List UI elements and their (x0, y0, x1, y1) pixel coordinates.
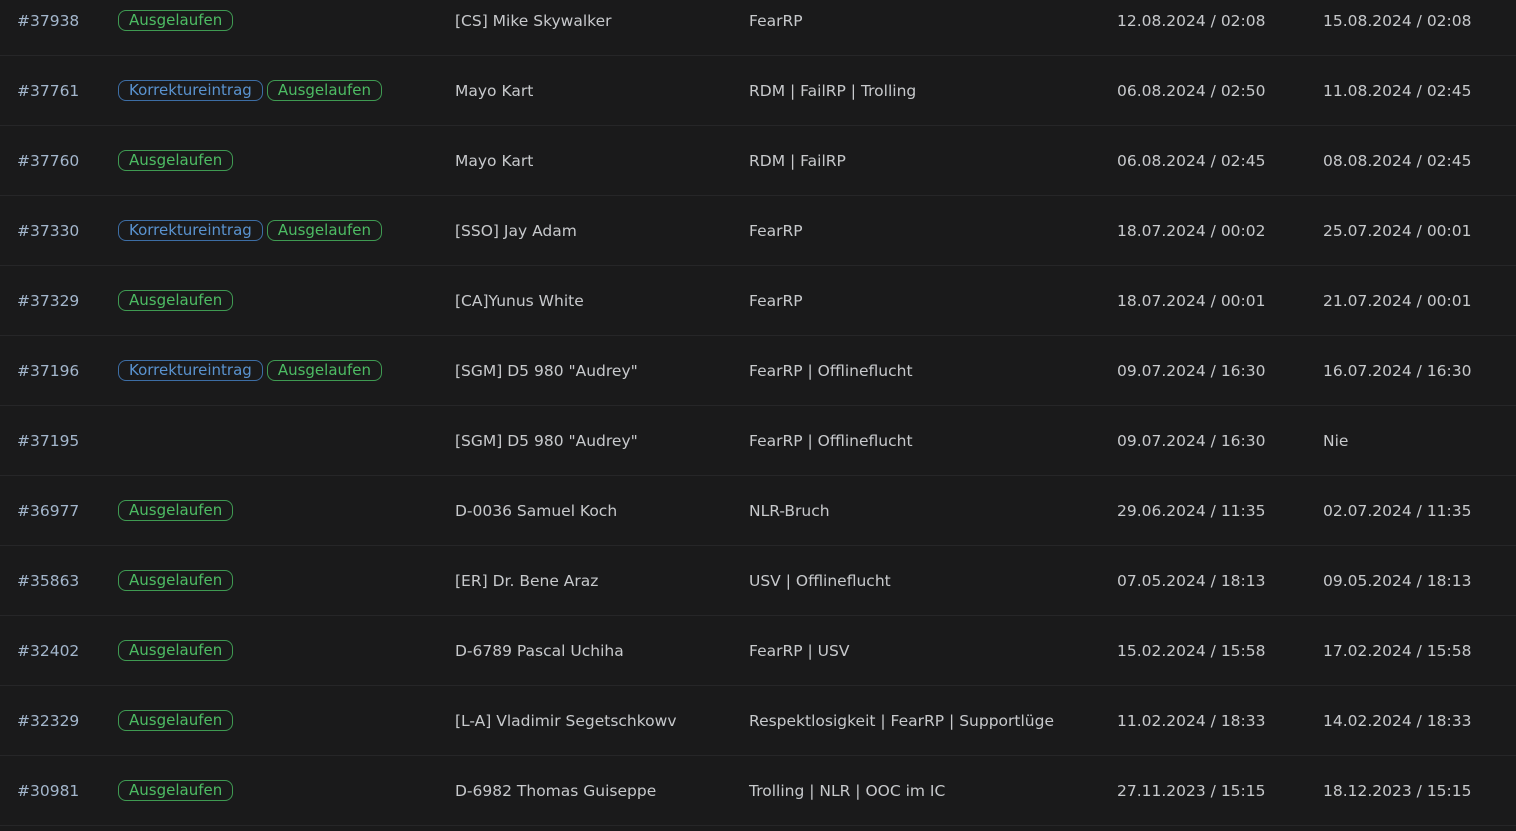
entry-id-link[interactable]: #37195 (17, 406, 79, 475)
expired-badge: Ausgelaufen (266, 360, 383, 381)
sanction-reason: FearRP (749, 11, 803, 30)
end-date: 18.12.2023 / 15:15 (1323, 781, 1472, 800)
entry-id-link[interactable]: #32402 (17, 616, 79, 685)
sanction-reason: RDM | FailRP | Trolling (749, 81, 917, 100)
player-name: [CA]Yunus White (455, 291, 584, 310)
entry-id-link[interactable]: #36977 (17, 476, 79, 545)
status-badges: Ausgelaufen (118, 476, 234, 545)
expired-badge: Ausgelaufen (266, 220, 383, 241)
start-date: 29.06.2024 / 11:35 (1117, 501, 1266, 520)
status-badges: Korrektureintrag Ausgelaufen (118, 56, 383, 125)
status-badges: Ausgelaufen (118, 616, 234, 685)
player-name: [SGM] D5 980 "Audrey" (455, 431, 638, 450)
expired-badge: Ausgelaufen (118, 290, 234, 311)
correction-badge: Korrektureintrag (118, 220, 263, 241)
start-date: 18.07.2024 / 00:02 (1117, 221, 1266, 240)
start-date: 11.02.2024 / 18:33 (1117, 711, 1266, 730)
start-date: 15.02.2024 / 15:58 (1117, 641, 1266, 660)
entry-id-link[interactable]: #37196 (17, 336, 79, 405)
end-date: 17.02.2024 / 15:58 (1323, 641, 1472, 660)
table-row[interactable]: #30981 Ausgelaufen D-6982 Thomas Guiseppe T… (0, 756, 1516, 826)
end-date: 21.07.2024 / 00:01 (1323, 291, 1472, 310)
end-date: 02.07.2024 / 11:35 (1323, 501, 1472, 520)
entry-id-link[interactable]: #37760 (17, 126, 79, 195)
correction-badge: Korrektureintrag (118, 360, 263, 381)
sanction-reason: FearRP | Offlineflucht (749, 361, 913, 380)
player-name: Mayo Kart (455, 151, 534, 170)
start-date: 09.07.2024 / 16:30 (1117, 361, 1266, 380)
expired-badge: Ausgelaufen (118, 570, 234, 591)
sanctions-table: #37938 Ausgelaufen [CS] Mike Skywalker Fear… (0, 0, 1516, 826)
player-name: D-6789 Pascal Uchiha (455, 641, 624, 660)
sanction-reason: FearRP (749, 221, 803, 240)
expired-badge: Ausgelaufen (118, 640, 234, 661)
status-badges: Ausgelaufen (118, 756, 234, 825)
end-date: 16.07.2024 / 16:30 (1323, 361, 1472, 380)
table-row[interactable]: #37196 Korrektureintrag Ausgelaufen [SGM] D… (0, 336, 1516, 406)
player-name: [SSO] Jay Adam (455, 221, 577, 240)
player-name: D-0036 Samuel Koch (455, 501, 618, 520)
table-row[interactable]: #32329 Ausgelaufen [L-A] Vladimir Segetsch… (0, 686, 1516, 756)
sanction-reason: RDM | FailRP (749, 151, 846, 170)
entry-id-link[interactable]: #35863 (17, 546, 79, 615)
expired-badge: Ausgelaufen (266, 80, 383, 101)
player-name: Mayo Kart (455, 81, 534, 100)
start-date: 18.07.2024 / 00:01 (1117, 291, 1266, 310)
expired-badge: Ausgelaufen (118, 780, 234, 801)
table-row[interactable]: #37329 Ausgelaufen [CA]Yunus White FearRP 18… (0, 266, 1516, 336)
entry-id-link[interactable]: #32329 (17, 686, 79, 755)
entry-id-link[interactable]: #37330 (17, 196, 79, 265)
player-name: [ER] Dr. Bene Araz (455, 571, 599, 590)
player-name: D-6982 Thomas Guiseppe (455, 781, 657, 800)
correction-badge: Korrektureintrag (118, 80, 263, 101)
status-badges: Korrektureintrag Ausgelaufen (118, 336, 383, 405)
status-badges: Ausgelaufen (118, 266, 234, 335)
sanction-reason: Respektlosigkeit | FearRP | Supportlüge (749, 711, 1054, 730)
entry-id-link[interactable]: #30981 (17, 756, 79, 825)
entry-id-link[interactable]: #37761 (17, 56, 79, 125)
start-date: 09.07.2024 / 16:30 (1117, 431, 1266, 450)
table-row[interactable]: #35863 Ausgelaufen [ER] Dr. Bene Araz USV |… (0, 546, 1516, 616)
table-row[interactable]: #37761 Korrektureintrag Ausgelaufen Mayo Ka… (0, 56, 1516, 126)
expired-badge: Ausgelaufen (118, 710, 234, 731)
end-date: 11.08.2024 / 02:45 (1323, 81, 1472, 100)
player-name: [L-A] Vladimir Segetschkowv (455, 711, 677, 730)
end-date: Nie (1323, 431, 1349, 450)
status-badges: Ausgelaufen (118, 686, 234, 755)
sanction-reason: FearRP | Offlineflucht (749, 431, 913, 450)
status-badges: Ausgelaufen (118, 0, 234, 55)
sanction-reason: NLR-Bruch (749, 501, 830, 520)
end-date: 25.07.2024 / 00:01 (1323, 221, 1472, 240)
status-badges: Ausgelaufen (118, 126, 234, 195)
start-date: 06.08.2024 / 02:45 (1117, 151, 1266, 170)
start-date: 07.05.2024 / 18:13 (1117, 571, 1266, 590)
entry-id-link[interactable]: #37329 (17, 266, 79, 335)
table-row[interactable]: #37330 Korrektureintrag Ausgelaufen [SSO] J… (0, 196, 1516, 266)
sanction-reason: FearRP | USV (749, 641, 850, 660)
entry-id-link[interactable]: #37938 (17, 0, 79, 55)
start-date: 12.08.2024 / 02:08 (1117, 11, 1266, 30)
start-date: 27.11.2023 / 15:15 (1117, 781, 1266, 800)
table-row[interactable]: #37938 Ausgelaufen [CS] Mike Skywalker Fear… (0, 0, 1516, 56)
end-date: 15.08.2024 / 02:08 (1323, 11, 1472, 30)
table-row[interactable]: #37760 Ausgelaufen Mayo Kart RDM | FailRP 06… (0, 126, 1516, 196)
status-badges: Korrektureintrag Ausgelaufen (118, 196, 383, 265)
expired-badge: Ausgelaufen (118, 500, 234, 521)
table-row[interactable]: #36977 Ausgelaufen D-0036 Samuel Koch NLR-B… (0, 476, 1516, 546)
end-date: 09.05.2024 / 18:13 (1323, 571, 1472, 590)
end-date: 08.08.2024 / 02:45 (1323, 151, 1472, 170)
expired-badge: Ausgelaufen (118, 150, 234, 171)
sanction-reason: FearRP (749, 291, 803, 310)
start-date: 06.08.2024 / 02:50 (1117, 81, 1266, 100)
player-name: [CS] Mike Skywalker (455, 11, 612, 30)
sanction-reason: USV | Offlineflucht (749, 571, 891, 590)
end-date: 14.02.2024 / 18:33 (1323, 711, 1472, 730)
sanction-reason: Trolling | NLR | OOC im IC (749, 781, 946, 800)
player-name: [SGM] D5 980 "Audrey" (455, 361, 638, 380)
status-badges: Ausgelaufen (118, 546, 234, 615)
table-row[interactable]: #32402 Ausgelaufen D-6789 Pascal Uchiha Fea… (0, 616, 1516, 686)
table-row[interactable]: #37195 [SGM] D5 980 "Audrey" FearRP | Offl… (0, 406, 1516, 476)
expired-badge: Ausgelaufen (118, 10, 234, 31)
